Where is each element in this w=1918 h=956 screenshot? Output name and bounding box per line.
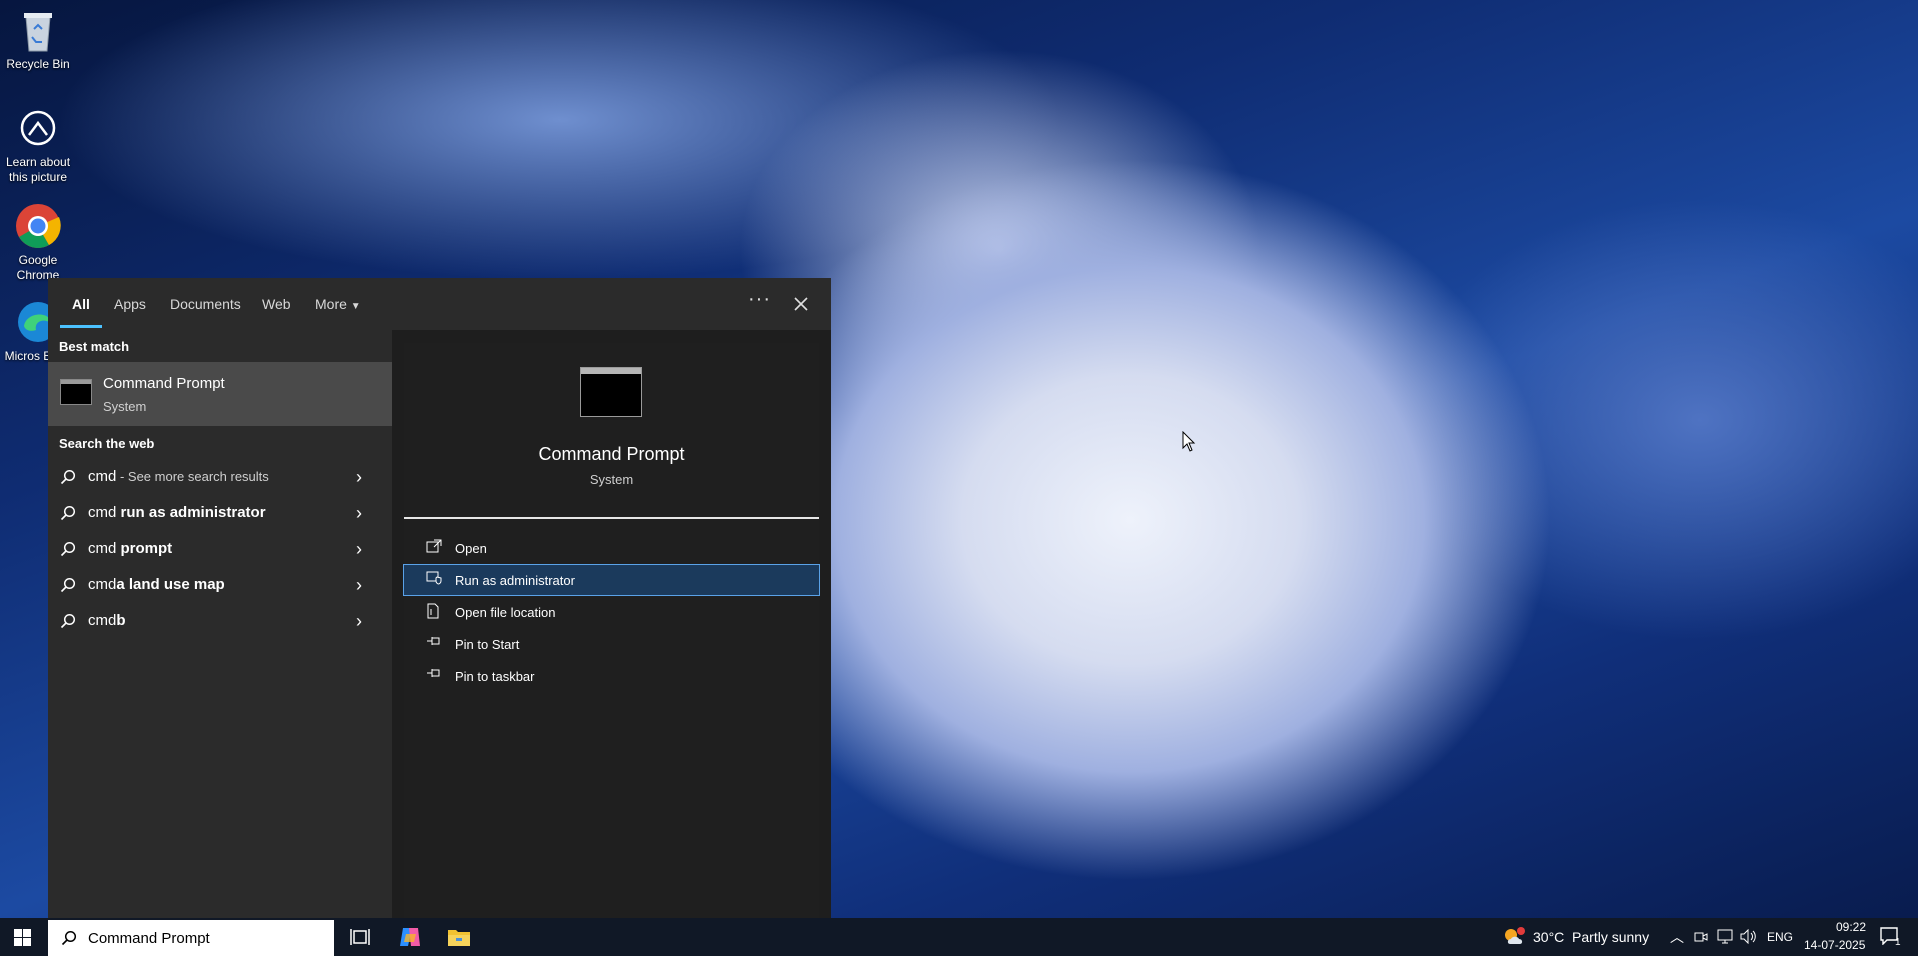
desktop-icon-chrome[interactable]: Google Chrome xyxy=(0,202,76,283)
web-result-row[interactable]: cmda land use map › xyxy=(48,567,392,603)
web-result-query: cmd xyxy=(88,612,117,629)
chevron-right-icon[interactable]: › xyxy=(356,575,362,596)
web-result-row[interactable]: cmdb › xyxy=(48,603,392,639)
tab-apps[interactable]: Apps xyxy=(114,296,146,312)
search-icon xyxy=(60,469,76,485)
taskbar: Command Prompt 30°C Partly sunny ︿ ENG 0… xyxy=(0,918,1918,956)
action-pin-to-taskbar[interactable]: Pin to taskbar xyxy=(404,661,819,691)
close-icon[interactable] xyxy=(793,296,809,312)
best-match-title: Command Prompt xyxy=(103,375,225,392)
chrome-icon xyxy=(14,202,62,250)
notification-count: 1 xyxy=(1895,937,1901,948)
pin-icon xyxy=(427,637,440,645)
tab-more-label: More xyxy=(315,296,347,312)
web-result-row[interactable]: cmd prompt › xyxy=(48,531,392,567)
action-open[interactable]: Open xyxy=(404,533,819,563)
meet-now-icon[interactable] xyxy=(1694,930,1708,944)
search-web-heading: Search the web xyxy=(59,436,155,451)
chevron-right-icon[interactable]: › xyxy=(356,611,362,632)
clock-date[interactable]: 14-07-2025 xyxy=(1804,938,1865,952)
clock-time[interactable]: 09:22 xyxy=(1836,920,1866,934)
network-icon[interactable] xyxy=(1717,929,1733,944)
search-icon xyxy=(60,505,76,521)
language-indicator[interactable]: ENG xyxy=(1767,930,1793,944)
tab-more[interactable]: More ▼ xyxy=(315,296,361,312)
web-result-row[interactable]: cmd - See more search results › xyxy=(48,459,392,495)
desktop-icon-recycle-bin[interactable]: Recycle Bin xyxy=(0,6,76,72)
web-result-completion: prompt xyxy=(120,540,173,557)
action-label: Run as administrator xyxy=(455,573,575,588)
web-result-query: cmd xyxy=(88,468,117,485)
more-options-icon[interactable]: ··· xyxy=(748,288,771,311)
web-result-query: cmd xyxy=(88,540,121,557)
action-open-file-location[interactable]: Open file location xyxy=(404,597,819,627)
volume-icon[interactable] xyxy=(1740,929,1757,944)
search-tab-bar: All Apps Documents Web More ▼ ··· xyxy=(48,278,831,330)
desktop-icon-label: Recycle Bin xyxy=(6,57,70,71)
action-label: Open xyxy=(455,541,487,556)
file-explorer-icon[interactable] xyxy=(447,927,471,947)
tab-web[interactable]: Web xyxy=(262,296,291,312)
best-match-heading: Best match xyxy=(59,339,130,354)
tab-documents[interactable]: Documents xyxy=(170,296,241,312)
search-icon xyxy=(60,541,76,557)
chevron-down-icon: ▼ xyxy=(350,301,361,312)
active-tab-indicator xyxy=(60,325,102,328)
web-result-row[interactable]: cmd run as administrator › xyxy=(48,495,392,531)
action-label: Pin to taskbar xyxy=(455,669,535,684)
desktop-icon-learn-picture[interactable]: Learn about this picture xyxy=(0,104,76,185)
search-icon xyxy=(61,930,77,946)
preview-divider xyxy=(404,517,819,519)
pin-icon xyxy=(427,669,440,677)
web-result-query: cmd xyxy=(88,504,121,521)
chevron-right-icon[interactable]: › xyxy=(356,467,362,488)
preview-subtitle: System xyxy=(589,472,634,487)
preview-title: Command Prompt xyxy=(538,444,685,464)
taskbar-search-input[interactable]: Command Prompt xyxy=(48,920,334,956)
action-label: Open file location xyxy=(455,605,556,620)
weather-text[interactable]: 30°C Partly sunny xyxy=(1533,929,1649,945)
preview-app-icon xyxy=(580,367,642,417)
mouse-cursor-icon xyxy=(1182,431,1196,452)
best-match-subtitle: System xyxy=(103,399,147,414)
learn-picture-icon xyxy=(14,104,62,152)
weather-icon[interactable] xyxy=(1502,926,1526,948)
action-run-as-administrator[interactable]: Run as administrator xyxy=(403,564,820,596)
recycle-bin-icon xyxy=(14,6,62,54)
open-icon xyxy=(426,539,442,553)
windows-start-icon[interactable] xyxy=(14,929,31,946)
taskbar-search-value: Command Prompt xyxy=(88,930,210,947)
action-label: Pin to Start xyxy=(455,637,520,652)
search-icon xyxy=(60,577,76,593)
desktop-icon-label: Learn about this picture xyxy=(5,155,71,184)
chevron-right-icon[interactable]: › xyxy=(356,503,362,524)
chevron-up-icon[interactable]: ︿ xyxy=(1670,927,1684,947)
web-result-query: cmd xyxy=(88,576,117,593)
web-result-completion: run as administrator xyxy=(120,504,266,521)
file-location-icon xyxy=(427,603,439,619)
command-prompt-icon xyxy=(60,379,92,405)
web-result-completion: b xyxy=(116,612,126,629)
chevron-right-icon[interactable]: › xyxy=(356,539,362,560)
copilot-icon[interactable] xyxy=(398,926,422,948)
best-match-item[interactable]: Command Prompt System xyxy=(48,362,392,426)
action-pin-to-start[interactable]: Pin to Start xyxy=(404,629,819,659)
search-icon xyxy=(60,613,76,629)
web-result-suffix: - See more search results xyxy=(116,469,269,484)
tab-all[interactable]: All xyxy=(72,296,90,312)
task-view-icon[interactable] xyxy=(350,928,370,946)
web-result-completion: a land use map xyxy=(116,576,225,593)
shield-icon xyxy=(426,571,442,585)
